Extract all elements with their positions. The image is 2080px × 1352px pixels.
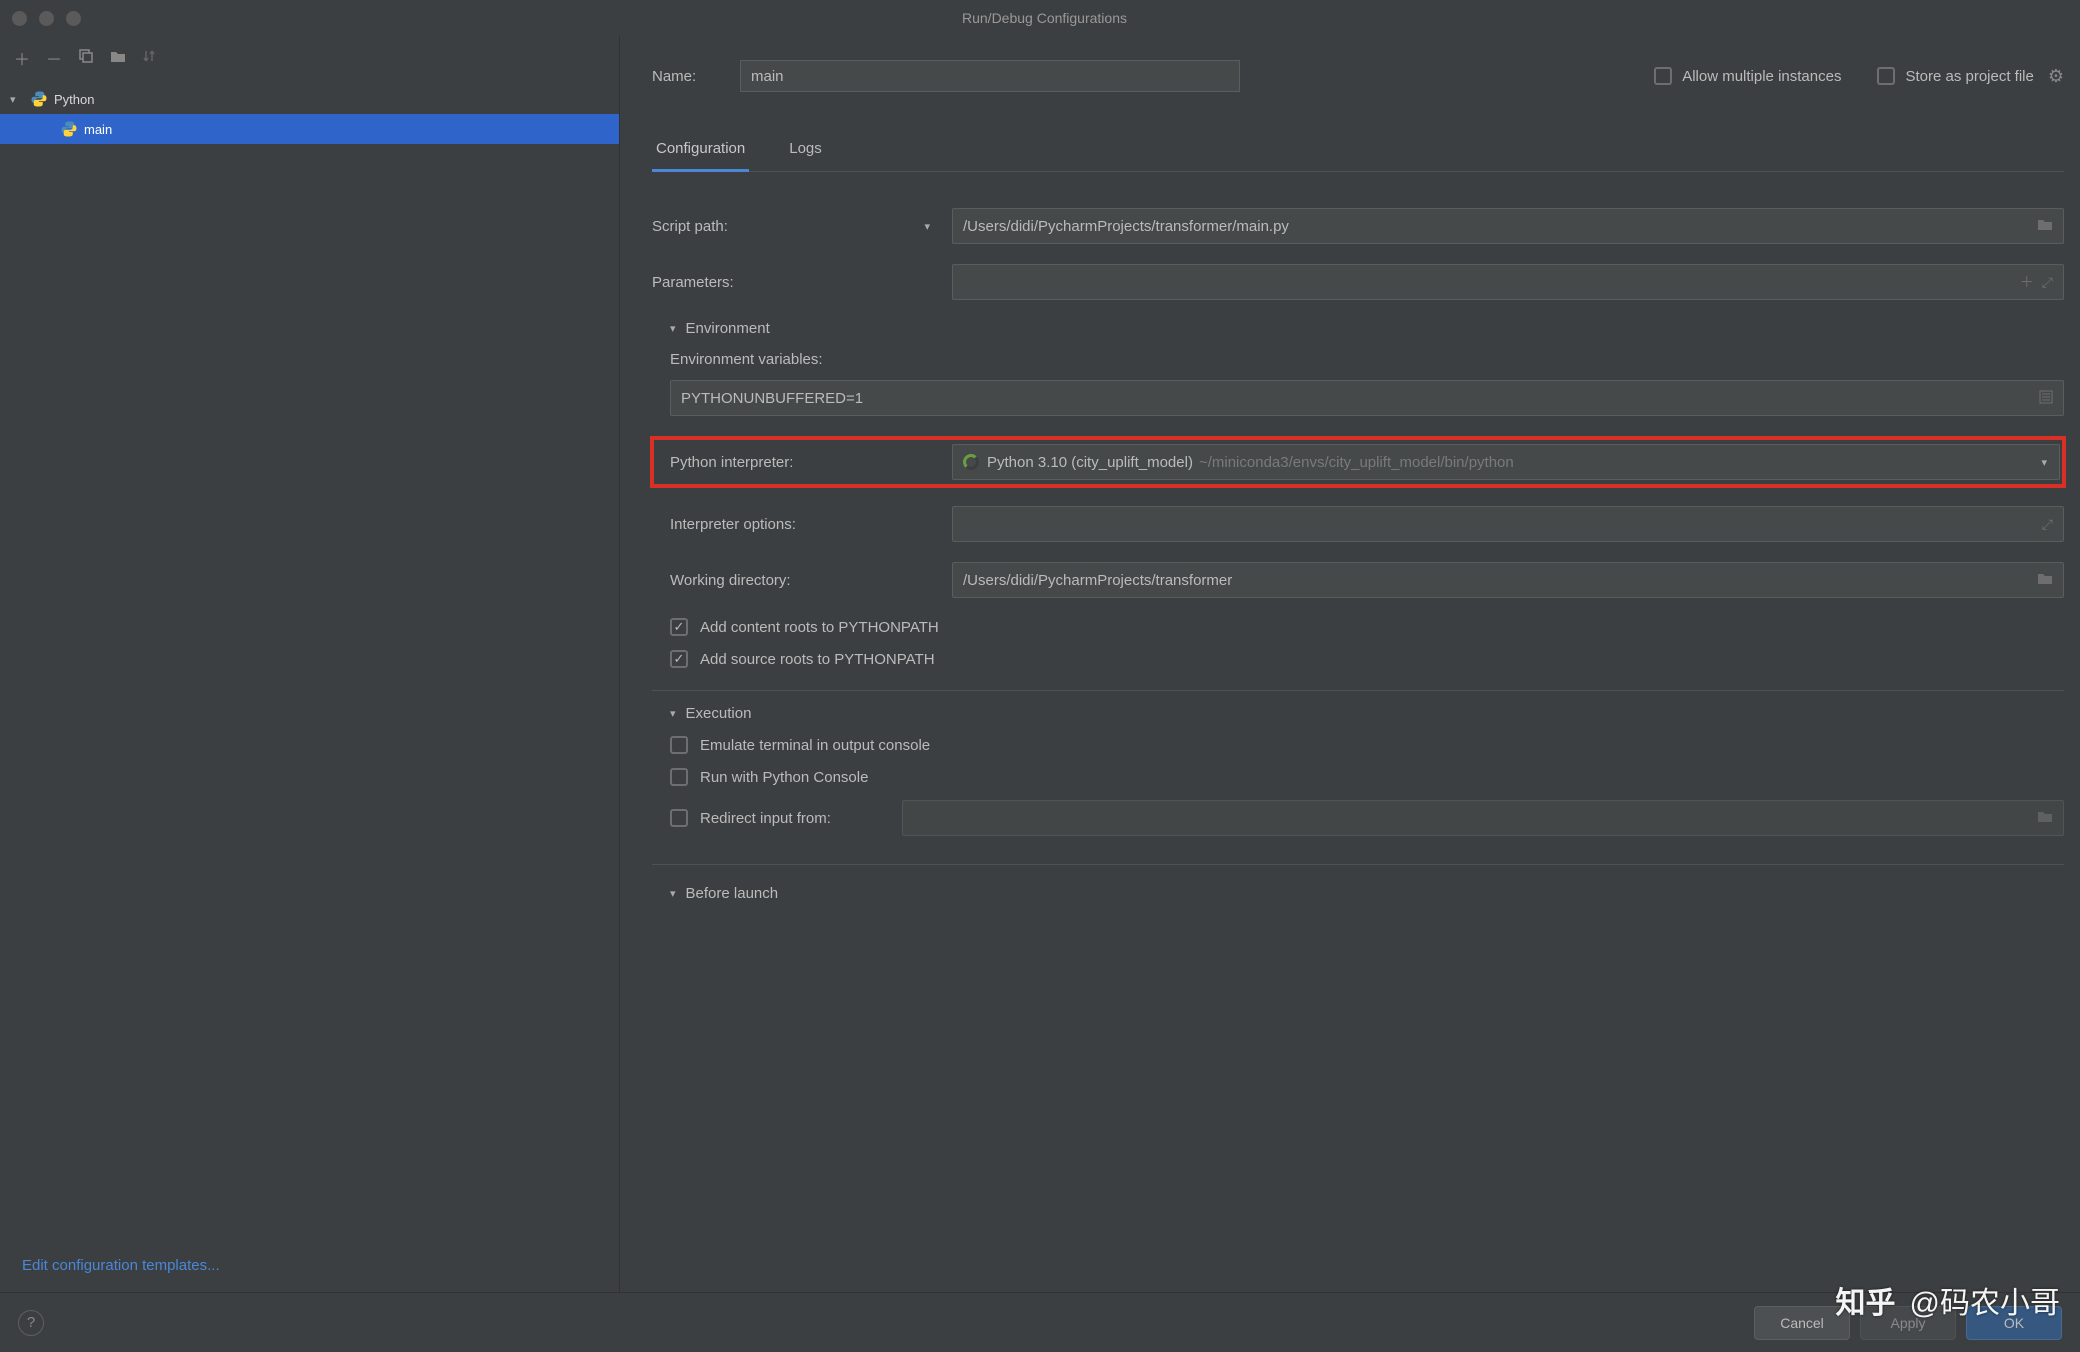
store-project-label: Store as project file	[1905, 68, 2033, 85]
chevron-down-icon: ▾	[670, 887, 676, 900]
execution-section-header[interactable]: ▾ Execution	[670, 705, 2064, 722]
help-button[interactable]: ?	[18, 1310, 44, 1336]
right-panel: Name: Allow multiple instances Store as …	[620, 36, 2080, 1292]
checkbox-icon	[1877, 67, 1895, 85]
workdir-label: Working directory:	[670, 572, 791, 589]
copy-config-icon[interactable]	[78, 48, 94, 69]
folder-config-icon[interactable]	[110, 49, 126, 68]
folder-icon[interactable]	[2037, 810, 2053, 826]
folder-icon[interactable]	[2037, 572, 2053, 588]
interp-options-input[interactable]: ⤢	[952, 506, 2064, 542]
list-icon[interactable]	[2039, 390, 2053, 407]
gear-icon[interactable]: ⚙	[2048, 66, 2064, 87]
store-project-checkbox[interactable]: Store as project file ⚙	[1877, 66, 2064, 87]
allow-multiple-label: Allow multiple instances	[1682, 68, 1841, 85]
checkbox-icon	[1654, 67, 1672, 85]
chevron-down-icon: ▾	[670, 707, 676, 720]
tab-logs[interactable]: Logs	[785, 130, 826, 172]
interpreter-name: Python 3.10 (city_uplift_model)	[987, 454, 1193, 471]
before-launch-section-header[interactable]: ▾ Before launch	[670, 885, 2064, 902]
interpreter-path: ~/miniconda3/envs/city_uplift_model/bin/…	[1199, 454, 1514, 471]
separator	[652, 690, 2064, 691]
loading-spinner-icon	[963, 454, 979, 470]
chevron-down-icon: ▾	[2041, 456, 2047, 469]
left-panel: ＋ － ▾ Python	[0, 36, 620, 1292]
tab-configuration[interactable]: Configuration	[652, 130, 749, 172]
edit-templates-link[interactable]: Edit configuration templates...	[0, 1243, 619, 1292]
checkbox-checked-icon	[670, 618, 688, 636]
add-config-icon[interactable]: ＋	[14, 46, 30, 70]
config-tree[interactable]: ▾ Python main	[0, 84, 619, 1243]
window-title: Run/Debug Configurations	[81, 10, 2008, 26]
chevron-down-icon: ▾	[670, 322, 676, 335]
env-vars-input[interactable]	[670, 380, 2064, 416]
redirect-input-field[interactable]	[902, 800, 2064, 836]
chevron-down-icon[interactable]: ▾	[924, 220, 930, 233]
config-tabs: Configuration Logs	[652, 130, 2064, 172]
maximize-window-icon[interactable]	[66, 11, 81, 26]
expand-icon[interactable]: ⤢	[2042, 274, 2053, 291]
python-icon	[30, 90, 48, 108]
interp-options-label: Interpreter options:	[670, 516, 796, 533]
add-source-roots-checkbox[interactable]: Add source roots to PYTHONPATH	[670, 650, 2064, 668]
python-console-checkbox[interactable]: Run with Python Console	[670, 768, 2064, 786]
add-icon[interactable]: ＋	[2020, 272, 2034, 292]
dialog-footer: ? Cancel Apply OK	[0, 1292, 2080, 1352]
tree-python-category[interactable]: ▾ Python	[0, 84, 619, 114]
expand-icon[interactable]: ⤢	[2042, 516, 2053, 533]
python-icon	[60, 120, 78, 138]
separator	[652, 864, 2064, 865]
folder-icon[interactable]	[2037, 218, 2053, 234]
parameters-label: Parameters:	[652, 274, 734, 291]
tree-category-label: Python	[54, 92, 94, 107]
remove-config-icon[interactable]: －	[46, 46, 62, 70]
checkbox-icon[interactable]	[670, 809, 688, 827]
name-label: Name:	[652, 68, 716, 85]
tree-item-main[interactable]: main	[0, 114, 619, 144]
sort-config-icon[interactable]	[142, 49, 156, 68]
interpreter-label: Python interpreter:	[670, 454, 793, 471]
redirect-input-row: Redirect input from:	[670, 800, 2064, 836]
close-window-icon[interactable]	[12, 11, 27, 26]
checkbox-icon	[670, 768, 688, 786]
checkbox-checked-icon	[670, 650, 688, 668]
allow-multiple-checkbox[interactable]: Allow multiple instances	[1654, 67, 1841, 85]
redirect-input-label: Redirect input from:	[700, 810, 890, 827]
minimize-window-icon[interactable]	[39, 11, 54, 26]
parameters-input[interactable]: ＋ ⤢	[952, 264, 2064, 300]
script-path-input[interactable]	[952, 208, 2064, 244]
emulate-terminal-checkbox[interactable]: Emulate terminal in output console	[670, 736, 2064, 754]
script-path-label: Script path:	[652, 218, 728, 235]
watermark: 知乎知乎 @码农小哥@码农小哥	[1836, 1278, 2060, 1322]
interpreter-dropdown[interactable]: Python 3.10 (city_uplift_model) ~/minico…	[952, 444, 2060, 480]
window-controls[interactable]	[12, 11, 81, 26]
config-toolbar: ＋ －	[0, 36, 619, 84]
titlebar: Run/Debug Configurations	[0, 0, 2080, 36]
env-vars-label: Environment variables:	[670, 351, 2064, 368]
chevron-down-icon: ▾	[10, 93, 24, 106]
tree-item-label: main	[84, 122, 112, 137]
environment-section-header[interactable]: ▾ Environment	[670, 320, 2064, 337]
workdir-input[interactable]	[952, 562, 2064, 598]
name-input[interactable]	[740, 60, 1240, 92]
add-content-roots-checkbox[interactable]: Add content roots to PYTHONPATH	[670, 618, 2064, 636]
checkbox-icon	[670, 736, 688, 754]
